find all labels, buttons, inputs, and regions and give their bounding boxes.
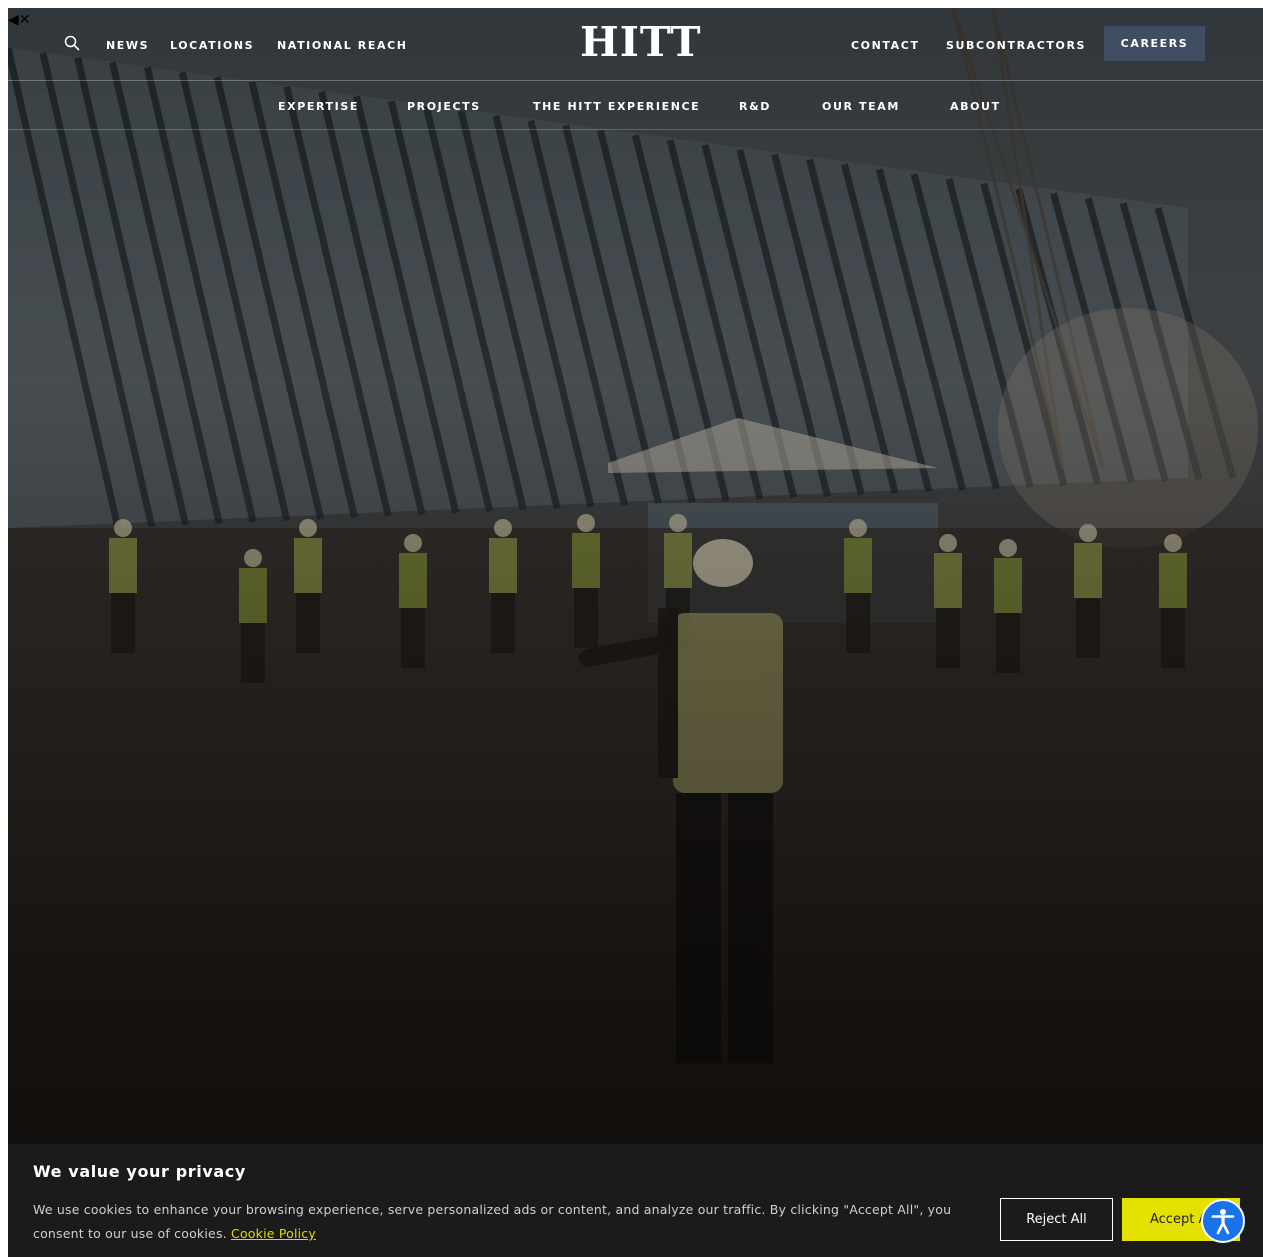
mute-toggle-icon[interactable]: ◀✕ <box>8 13 31 27</box>
search-icon[interactable] <box>64 35 80 55</box>
nav-link-national-reach[interactable]: NATIONAL REACH <box>277 39 408 52</box>
nav-link-subcontractors[interactable]: SUBCONTRACTORS <box>946 39 1086 52</box>
accessibility-icon <box>1211 1209 1235 1235</box>
menu-item-our-team[interactable]: OUR TEAM <box>822 100 900 113</box>
hero-video: ◀✕ NEWS LOCATIONS NATIONAL REACH HITT CO… <box>8 8 1263 1257</box>
nav-link-news[interactable]: NEWS <box>106 39 149 52</box>
menu-item-hitt-experience[interactable]: THE HITT EXPERIENCE <box>533 100 700 113</box>
menu-item-about[interactable]: ABOUT <box>950 100 1001 113</box>
cookie-text: We use cookies to enhance your browsing … <box>33 1198 983 1246</box>
reject-all-button[interactable]: Reject All <box>1000 1198 1113 1241</box>
hitt-logo[interactable]: HITT <box>580 18 701 66</box>
main-menu: EXPERTISE PROJECTS THE HITT EXPERIENCE R… <box>8 81 1263 130</box>
cookie-title: We value your privacy <box>33 1162 246 1181</box>
nav-link-locations[interactable]: LOCATIONS <box>170 39 254 52</box>
cookie-message: We use cookies to enhance your browsing … <box>33 1202 952 1241</box>
menu-item-expertise[interactable]: EXPERTISE <box>278 100 359 113</box>
cookie-banner: We value your privacy We use cookies to … <box>8 1144 1263 1257</box>
top-nav: NEWS LOCATIONS NATIONAL REACH HITT CONTA… <box>8 8 1263 81</box>
accessibility-button[interactable] <box>1201 1199 1245 1243</box>
hero-overlay <box>8 8 1263 1257</box>
menu-item-rnd[interactable]: R&D <box>739 100 771 113</box>
careers-button[interactable]: CAREERS <box>1104 26 1205 61</box>
nav-link-contact[interactable]: CONTACT <box>851 39 920 52</box>
menu-item-projects[interactable]: PROJECTS <box>407 100 481 113</box>
cookie-policy-link[interactable]: Cookie Policy <box>231 1226 316 1241</box>
